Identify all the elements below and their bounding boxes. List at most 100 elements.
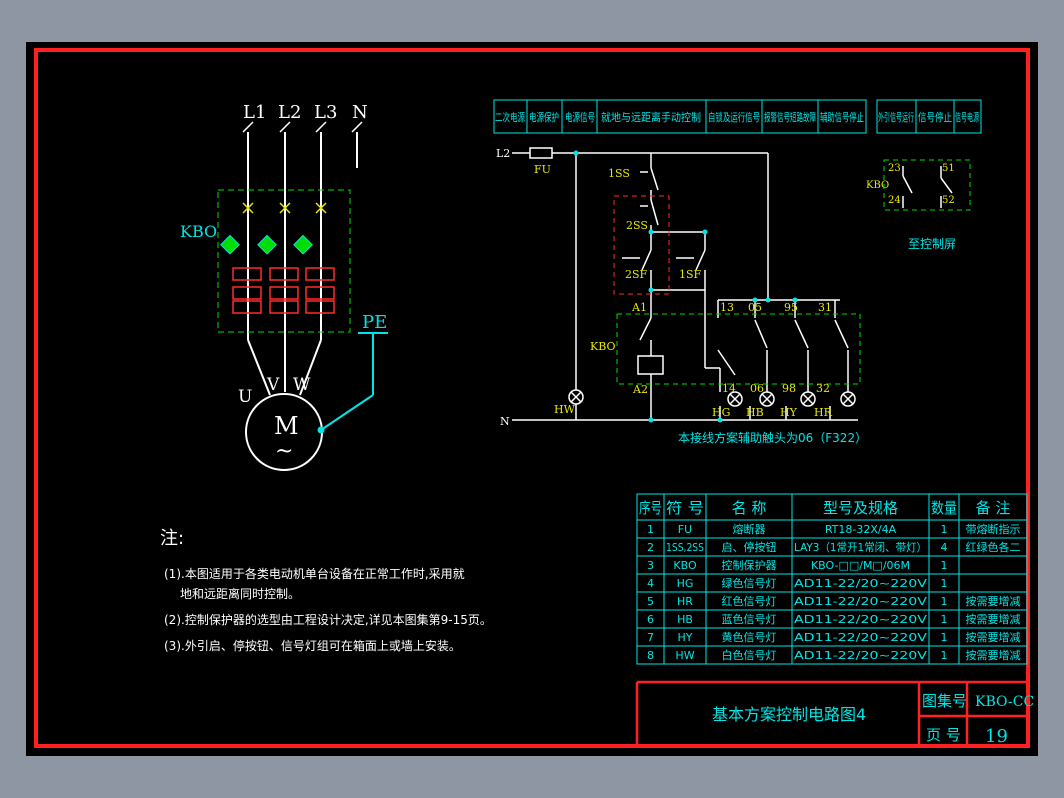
parts-table-cell: HR — [677, 595, 693, 608]
label-1ss: 1SS — [608, 167, 630, 180]
parts-table-cell: 红色信号灯 — [722, 594, 777, 608]
phase-label-l2: L2 — [278, 102, 301, 123]
header-cell: 报警信号短路故障 — [764, 110, 816, 124]
atlas-label: 图集号 — [922, 692, 967, 710]
parts-table-cell: AD11-22/20~220V — [794, 631, 928, 644]
header-cell: 电源保护 — [529, 110, 559, 124]
parts-table-cell: 熔断器 — [733, 522, 766, 536]
atlas-value: KBO-CC — [975, 694, 1034, 710]
parts-table-cell: 按需要增减 — [966, 630, 1021, 644]
parts-table-cell: 8 — [647, 649, 654, 662]
label-1sf: 1SF — [679, 268, 702, 281]
parts-table-cell: AD11-22/20~220V — [794, 613, 928, 626]
parts-table-cell: 2 — [647, 541, 654, 554]
parts-table-cell: 1 — [941, 523, 948, 536]
pe-label: PE — [362, 312, 387, 333]
parts-table-cell: HW — [675, 649, 694, 662]
parts-table-cell: 1 — [941, 613, 948, 626]
phase-label-l3: L3 — [314, 102, 337, 123]
parts-table-cell: 控制保护器 — [722, 558, 777, 572]
header-side-cell: 外引信号运行 — [878, 110, 914, 124]
parts-table-cell: 7 — [647, 631, 654, 644]
notes-title: 注: — [160, 528, 184, 549]
parts-table-cell: 1 — [941, 559, 948, 572]
parts-table-cell: 绿色信号灯 — [722, 576, 777, 590]
lamp-label: HY — [780, 406, 798, 419]
parts-table-cell: LAY3（1常开1常闭、带灯） — [794, 541, 927, 554]
aux-kbo-label: KBO — [866, 180, 889, 191]
terminal-label: 13 — [720, 301, 734, 314]
aux-terminal: 51 — [942, 163, 955, 174]
parts-table-cell: 1 — [941, 577, 948, 590]
aux-caption: 至控制屏 — [908, 237, 956, 251]
note-line: (2).控制保护器的选型由工程设计决定,详见本图集第9-15页。 — [164, 612, 492, 627]
aux-terminal: 52 — [942, 195, 955, 206]
parts-table-header: 序号 — [639, 499, 662, 517]
parts-table-cell: 红绿色各二 — [966, 540, 1021, 554]
aux-terminal: 24 — [888, 195, 901, 206]
page-label: 页 号 — [926, 726, 961, 744]
header-cell: 自锁及运行信号 — [708, 110, 760, 124]
parts-table-header: 名 称 — [732, 499, 767, 517]
parts-table-cell: 4 — [647, 577, 654, 590]
drawing-title: 基本方案控制电路图4 — [712, 705, 866, 724]
aux-terminal: 23 — [888, 163, 901, 174]
motor-symbol: M — [274, 412, 299, 440]
parts-table-cell: AD11-22/20~220V — [794, 577, 928, 590]
parts-table-cell: HB — [677, 613, 693, 626]
label-kbo-control: KBO — [590, 340, 616, 353]
terminal-label: 14 — [722, 382, 736, 395]
label-l2: L2 — [496, 147, 510, 160]
parts-table-cell: 5 — [647, 595, 654, 608]
lamp-label: HR — [814, 406, 833, 419]
terminal-label: 06 — [750, 382, 764, 395]
terminal-label: 32 — [816, 382, 830, 395]
header-side-cell: 信号电源 — [955, 110, 979, 124]
label-2sf: 2SF — [625, 268, 648, 281]
motor-wave: ~ — [275, 439, 293, 464]
parts-table-cell: 黄色信号灯 — [722, 630, 777, 644]
lamp-label: HB — [746, 406, 764, 419]
parts-table-cell: 带熔断指示 — [966, 522, 1021, 536]
breaker-label: KBO — [180, 222, 217, 241]
parts-table-cell: 6 — [647, 613, 654, 626]
parts-table-header: 符 号 — [666, 499, 704, 517]
motor-terminal-v: V — [266, 375, 280, 395]
note-line: (1).本图适用于各类电动机单台设备在正常工作时,采用就 — [164, 566, 465, 581]
label-a2: A2 — [632, 383, 648, 396]
parts-table-cell: 启、停按钮 — [722, 540, 777, 554]
header-table-text: 二次电源 电源保护 电源信号 就地与远距离手动控制 自锁及运行信号 报警信号短路… — [495, 110, 979, 124]
parts-table-cell: 白色信号灯 — [722, 648, 777, 662]
parts-table-cell: 按需要增减 — [966, 594, 1021, 608]
header-side-cell: 信号停止 — [918, 110, 952, 124]
phase-label-l1: L1 — [243, 102, 266, 123]
parts-table-cell: 1 — [941, 631, 948, 644]
header-cell: 就地与远距离手动控制 — [601, 110, 701, 124]
parts-table-cell: 4 — [941, 541, 948, 554]
parts-table-cell: AD11-22/20~220V — [794, 595, 928, 608]
terminal-label: 98 — [782, 382, 796, 395]
parts-table-header: 型号及规格 — [823, 499, 898, 517]
parts-table-cell: KBO — [673, 559, 697, 572]
lamp-label: HG — [712, 406, 730, 419]
motor-terminal-u: U — [238, 387, 252, 407]
lamp-label: HW — [554, 403, 576, 416]
parts-table-cell: 按需要增减 — [966, 648, 1021, 662]
terminal-label: 31 — [818, 301, 832, 314]
parts-table-cell: FU — [678, 523, 692, 536]
terminal-label: 05 — [748, 301, 762, 314]
parts-table-cell: 1 — [941, 595, 948, 608]
label-a1: A1 — [631, 301, 647, 314]
header-cell: 二次电源 — [495, 110, 525, 124]
parts-table-cell: 1 — [941, 649, 948, 662]
label-2ss: 2SS — [626, 219, 648, 232]
header-cell: 辅助信号停止 — [820, 110, 864, 124]
cad-drawing: L1 L2 L3 N KBO U V W M ~ PE 二次电源 电源保护 电源… — [26, 42, 1038, 756]
parts-table-cell: AD11-22/20~220V — [794, 649, 928, 662]
parts-table-cell: HY — [678, 631, 693, 644]
parts-table-cell: 3 — [647, 559, 654, 572]
parts-table-cell: 1 — [647, 523, 654, 536]
parts-table-cell: HG — [677, 577, 694, 590]
parts-table-header: 备 注 — [976, 499, 1011, 517]
parts-table-cell: 1SS,2SS — [666, 541, 704, 554]
